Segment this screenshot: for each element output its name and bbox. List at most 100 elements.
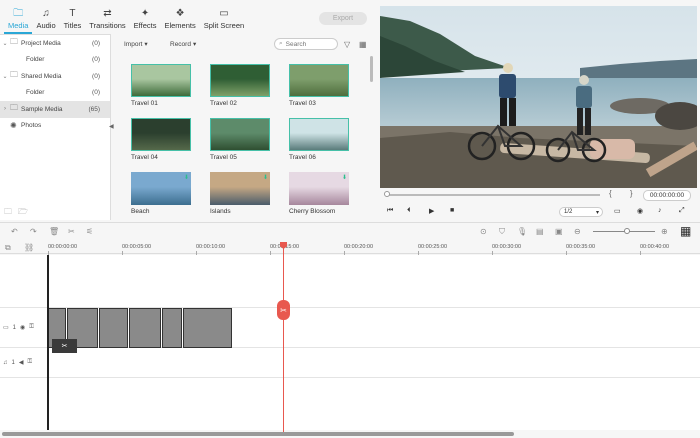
preview-progress-handle[interactable]: [384, 191, 390, 197]
tab-media[interactable]: 🗀 Media: [4, 0, 33, 34]
download-icon[interactable]: ⬇: [184, 174, 189, 181]
zoom-in-icon[interactable]: ⊕: [661, 227, 668, 236]
volume-icon[interactable]: ♪: [658, 207, 662, 214]
grid-view-icon[interactable]: ▦: [359, 40, 367, 49]
library-item-shared-media[interactable]: ⌄ 🗀 Shared Media (0): [0, 68, 110, 85]
snapshot-icon[interactable]: ◉: [637, 207, 643, 215]
download-icon[interactable]: ⬇: [342, 174, 347, 181]
tab-titles[interactable]: T Titles: [60, 0, 86, 34]
microphone-icon[interactable]: 🎙: [517, 227, 527, 236]
media-thumbnail[interactable]: Travel 04: [131, 118, 191, 161]
stop-icon[interactable]: ■: [450, 207, 454, 214]
tab-elements[interactable]: ❖ Elements: [160, 0, 199, 34]
library-item-folder[interactable]: Folder (0): [0, 85, 110, 102]
import-dropdown[interactable]: Import ▾: [124, 39, 148, 49]
music-note-icon: ♫: [3, 359, 8, 366]
thumbnail-label: Cherry Blossom: [289, 208, 336, 215]
monitor-icon[interactable]: ▭: [614, 207, 621, 215]
empty-track: [0, 255, 700, 308]
render-icon[interactable]: ⊙: [480, 227, 487, 236]
media-thumbnail[interactable]: Travel 01: [131, 64, 191, 107]
timeline-ruler[interactable]: ⧉ ⛓ 00:00:00:00 00:00:05:00 00:00:10:00 00:…: [0, 240, 700, 255]
library-item-photos[interactable]: ✺ Photos: [0, 118, 110, 135]
new-folder-icon[interactable]: 🗀: [4, 206, 12, 220]
audio-track-header: ♫ 1 ◀ ⚿: [0, 348, 47, 377]
thumbnail-label: Travel 04: [131, 154, 158, 161]
folder-outline-icon[interactable]: 🗁: [18, 206, 28, 220]
ruler-tick-label: 00:00:05:00: [122, 244, 152, 255]
play-back-icon[interactable]: ⏴: [407, 207, 411, 215]
skip-back-icon[interactable]: ⏮: [387, 207, 393, 215]
ruler-tick-label: 00:00:40:00: [640, 244, 670, 255]
undo-icon[interactable]: ↶: [11, 227, 18, 236]
ruler-tick-label: 00:00:30:00: [492, 244, 522, 255]
chevron-right-icon[interactable]: ›: [0, 106, 10, 112]
lock-icon[interactable]: ⚿: [29, 324, 34, 331]
tab-transitions[interactable]: ⇄ Transitions: [85, 0, 129, 34]
ruler-tick-label: 00:00:25:00: [418, 244, 448, 255]
split-scissors-icon[interactable]: ✂: [277, 300, 290, 320]
export-button[interactable]: Export: [319, 12, 367, 25]
play-icon[interactable]: ▶: [429, 207, 434, 215]
video-track-header: ▭ 1 ◉ ⚿: [0, 308, 47, 347]
thumbnail-label: Islands: [210, 208, 231, 215]
timeline-horizontal-scrollbar[interactable]: [2, 432, 514, 436]
delete-icon[interactable]: 🗑: [49, 227, 59, 236]
add-track-icon[interactable]: ⧉: [5, 243, 11, 253]
zoom-out-icon[interactable]: ⊖: [574, 227, 581, 236]
media-thumbnail[interactable]: Travel 05: [210, 118, 270, 161]
search-icon: ⌕: [279, 40, 283, 47]
chevron-down-icon: ▾: [144, 41, 148, 48]
playhead-line[interactable]: [283, 242, 284, 432]
timeline-clip[interactable]: [183, 308, 232, 348]
timeline-clip[interactable]: [129, 308, 161, 348]
media-thumbnail[interactable]: ⬇ Beach: [131, 172, 191, 215]
folder-icon: 🗀: [13, 8, 24, 19]
thumbnail-label: Travel 06: [289, 154, 316, 161]
marker-icon[interactable]: ⛉: [499, 227, 505, 237]
media-thumbnail[interactable]: Travel 02: [210, 64, 270, 107]
media-thumbnail[interactable]: ⬇ Cherry Blossom: [289, 172, 349, 215]
library-item-folder[interactable]: Folder (0): [0, 52, 110, 69]
timeline-clip[interactable]: [99, 308, 128, 348]
mark-in-out-icon[interactable]: { }: [609, 189, 641, 198]
thumbnail-image: ⬇: [210, 172, 270, 205]
chevron-down-icon[interactable]: ⌄: [0, 73, 10, 80]
tab-effects[interactable]: ✦ Effects: [130, 0, 161, 34]
preview-progress-track[interactable]: [386, 194, 600, 196]
media-thumbnail[interactable]: Travel 03: [289, 64, 349, 107]
eye-icon[interactable]: ◉: [20, 324, 25, 331]
tab-audio[interactable]: ♫ Audio: [32, 0, 59, 34]
media-thumbnail[interactable]: Travel 06: [289, 118, 349, 161]
library-footer: 🗀 🗁: [0, 206, 111, 220]
grid-icon[interactable]: ▦: [680, 224, 691, 238]
fullscreen-icon[interactable]: ⤢: [679, 207, 685, 215]
tab-split-screen[interactable]: ▭ Split Screen: [200, 0, 248, 34]
voiceover-icon[interactable]: ▤: [536, 227, 544, 236]
search-box[interactable]: ⌕: [274, 38, 338, 50]
media-scrollbar[interactable]: [370, 56, 373, 82]
ruler-tick-label: 00:00:00:00: [48, 244, 78, 255]
adjust-icon[interactable]: ⚟: [86, 227, 93, 236]
playback-quality-select[interactable]: 1/2 ▾: [559, 207, 603, 217]
filter-icon[interactable]: ▽: [344, 40, 350, 49]
speaker-icon[interactable]: ◀: [19, 359, 24, 366]
media-thumbnail[interactable]: ⬇ Islands: [210, 172, 270, 215]
collapse-panel-icon[interactable]: ◀: [109, 123, 114, 130]
library-item-sample-media[interactable]: › 🗀 Sample Media (65): [0, 101, 110, 118]
library-item-project-media[interactable]: ⌄ 🗀 Project Media (0): [0, 35, 110, 52]
lock-icon[interactable]: ⚿: [27, 359, 32, 366]
download-icon[interactable]: ⬇: [263, 174, 268, 181]
ruler-tick-label: 00:00:35:00: [566, 244, 596, 255]
timeline-clip[interactable]: [162, 308, 182, 348]
zoom-slider-handle[interactable]: [624, 228, 630, 234]
subtitle-icon[interactable]: ▣: [555, 227, 563, 236]
thumbnail-label: Travel 01: [131, 100, 158, 107]
redo-icon[interactable]: ↷: [30, 227, 37, 236]
chevron-down-icon[interactable]: ⌄: [0, 40, 10, 47]
cut-icon[interactable]: ✂: [68, 227, 75, 236]
library-item-count: (0): [92, 89, 100, 97]
link-icon[interactable]: ⛓: [24, 243, 34, 252]
record-dropdown[interactable]: Record ▾: [170, 39, 196, 49]
search-input[interactable]: [285, 40, 330, 48]
